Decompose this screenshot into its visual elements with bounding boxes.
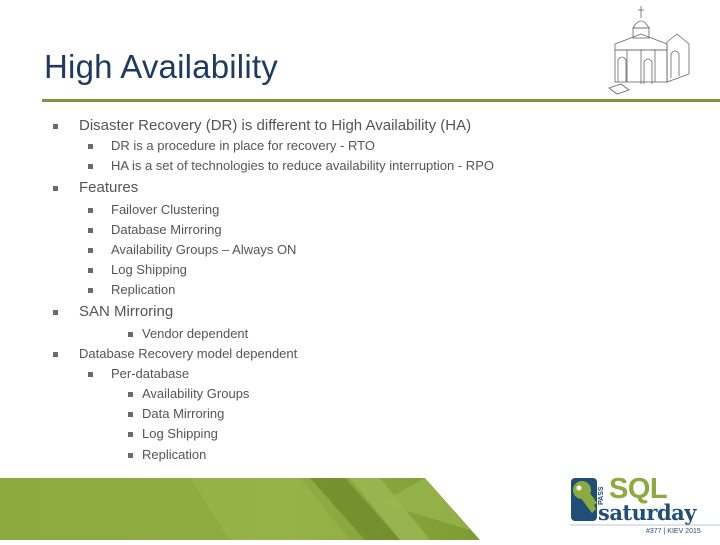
church-illustration-icon bbox=[608, 6, 690, 95]
bullet-subitem: Replication bbox=[111, 282, 176, 297]
bullet-marker bbox=[53, 310, 58, 315]
bullet-subitem: Availability Groups bbox=[142, 386, 250, 401]
bullet-marker bbox=[53, 352, 58, 357]
slide-title: High Availability bbox=[44, 48, 278, 85]
bullet-subitem: Per-database bbox=[111, 366, 190, 381]
bullet-item: SAN Mirroring bbox=[79, 303, 174, 320]
bullet-marker bbox=[88, 372, 93, 377]
bullet-subitem: Database Mirroring bbox=[111, 222, 222, 237]
bullet-marker bbox=[53, 124, 58, 129]
bullet-marker bbox=[128, 332, 133, 337]
bullet-marker bbox=[88, 268, 93, 273]
bullet-marker bbox=[128, 412, 133, 417]
bullet-marker bbox=[88, 288, 93, 293]
bullet-marker bbox=[88, 208, 93, 213]
bullet-item: Database Recovery model dependent bbox=[79, 346, 298, 361]
sqlsaturday-logo: PASS SQL saturday #377 | KIEV 2015 bbox=[570, 473, 720, 540]
bullet-marker bbox=[53, 186, 58, 191]
bullet-marker bbox=[128, 453, 133, 458]
bullet-subitem: Vendor dependent bbox=[142, 326, 249, 341]
bullet-marker bbox=[128, 432, 133, 437]
bullet-subitem: Availability Groups – Always ON bbox=[111, 242, 297, 257]
bullet-subitem: Data Mirroring bbox=[142, 406, 225, 421]
bullet-item: Disaster Recovery (DR) is different to H… bbox=[79, 117, 472, 134]
title-divider bbox=[42, 99, 720, 102]
logo-event-text: #377 | KIEV 2015 bbox=[646, 528, 701, 535]
bullet-subitem: HA is a set of technologies to reduce av… bbox=[111, 158, 494, 173]
bullet-subitem: Log Shipping bbox=[111, 262, 187, 277]
bullet-item: Features bbox=[79, 179, 139, 196]
bullet-marker bbox=[88, 248, 93, 253]
bullet-subitem: Replication bbox=[142, 447, 207, 462]
bullet-subitem: Failover Clustering bbox=[111, 202, 220, 217]
bullet-subitem: Log Shipping bbox=[142, 426, 218, 441]
bullet-marker bbox=[88, 164, 93, 169]
bullet-marker bbox=[128, 392, 133, 397]
bullet-marker bbox=[88, 144, 93, 149]
bullet-subitem: DR is a procedure in place for recovery … bbox=[111, 138, 375, 153]
bullet-marker bbox=[88, 228, 93, 233]
logo-saturday-text: saturday bbox=[598, 500, 696, 525]
